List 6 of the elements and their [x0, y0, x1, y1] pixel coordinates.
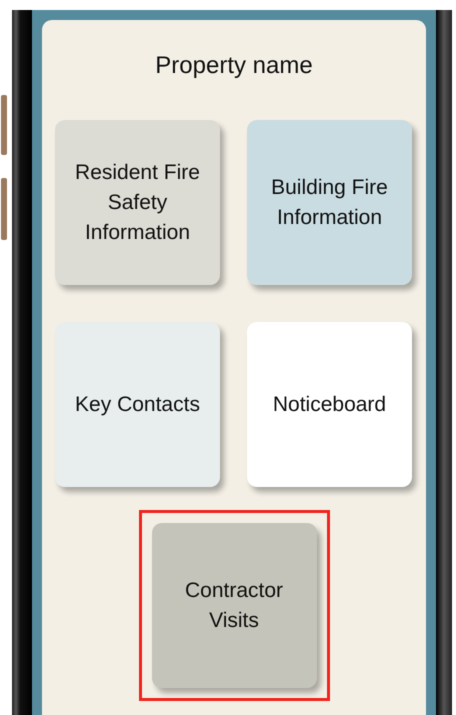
menu-tile[interactable]: Key Contacts [55, 322, 220, 487]
menu-tile[interactable]: Building Fire Information [247, 120, 412, 285]
screen-title: Property name [155, 51, 313, 81]
menu-tile[interactable]: Resident Fire Safety Information [55, 120, 220, 285]
menu-tile[interactable]: Noticeboard [247, 322, 412, 487]
menu-tile[interactable]: Contractor Visits [152, 523, 316, 688]
